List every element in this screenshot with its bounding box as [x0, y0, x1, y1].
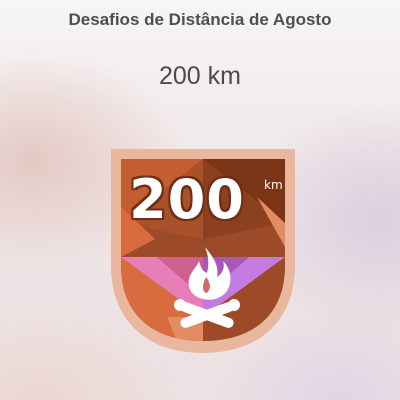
challenge-distance: 200 km: [159, 62, 241, 90]
page-title: Desafios de Distância de Agosto: [68, 10, 332, 29]
challenge-badge[interactable]: 200 km: [107, 147, 299, 355]
badge-unit: km: [264, 178, 283, 192]
badge-number: 200: [129, 168, 245, 231]
